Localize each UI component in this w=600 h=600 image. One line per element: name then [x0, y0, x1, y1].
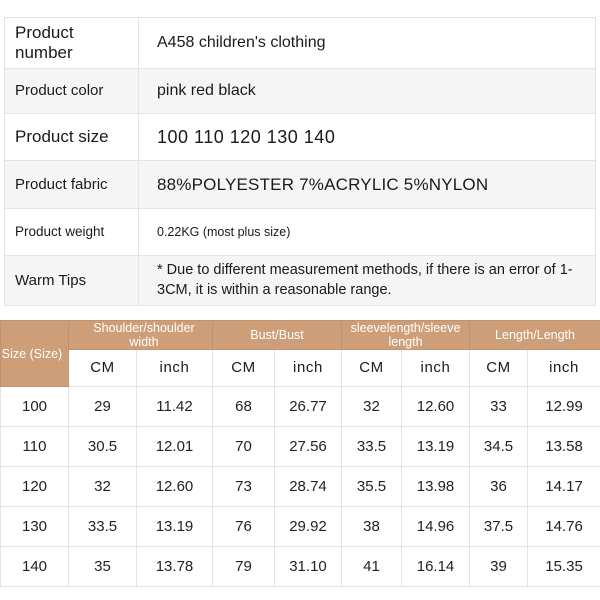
table-row: 130 33.5 13.19 76 29.92 38 14.96 37.5 14…: [1, 507, 600, 547]
size-chart-cell: 12.60: [137, 467, 213, 507]
size-chart-cell: 39: [470, 547, 528, 587]
spec-row-product-weight: Product weight 0.22KG (most plus size): [5, 209, 596, 256]
size-chart-cell: 11.42: [137, 387, 213, 427]
table-row: 120 32 12.60 73 28.74 35.5 13.98 36 14.1…: [1, 467, 600, 507]
size-chart-unit-sleeve-inch: inch: [402, 350, 470, 387]
size-chart-cell: 41: [342, 547, 402, 587]
spec-value-product-fabric: 88%POLYESTER 7%ACRYLIC 5%NYLON: [139, 161, 596, 209]
size-chart-cell: 29.92: [275, 507, 342, 547]
size-chart-cell: 13.98: [402, 467, 470, 507]
size-chart-unit-bust-cm: CM: [213, 350, 275, 387]
size-chart-cell: 13.78: [137, 547, 213, 587]
size-chart-unit-length-cm: CM: [470, 350, 528, 387]
spec-row-product-number: Product number A458 children's clothing: [5, 18, 596, 69]
spec-row-product-color: Product color pink red black: [5, 69, 596, 114]
size-chart-unit-bust-inch: inch: [275, 350, 342, 387]
spec-value-product-color: pink red black: [139, 69, 596, 114]
size-chart-cell: 32: [69, 467, 137, 507]
size-chart-group-header-row: Size (Size) Shoulder/shoulder width Bust…: [1, 321, 600, 350]
size-chart-cell: 26.77: [275, 387, 342, 427]
size-chart-cell: 34.5: [470, 427, 528, 467]
size-chart-size-label: 120: [1, 467, 69, 507]
spec-row-product-size: Product size 100 110 120 130 140: [5, 114, 596, 161]
size-chart-cell: 35.5: [342, 467, 402, 507]
spec-value-product-size: 100 110 120 130 140: [139, 114, 596, 161]
size-chart-cell: 14.76: [528, 507, 600, 547]
size-chart-size-label: 130: [1, 507, 69, 547]
size-chart-unit-shoulder-cm: CM: [69, 350, 137, 387]
spec-value-product-weight: 0.22KG (most plus size): [139, 209, 596, 256]
spec-label-warm-tips: Warm Tips: [5, 256, 139, 306]
size-chart-cell: 79: [213, 547, 275, 587]
spec-label-product-color: Product color: [5, 69, 139, 114]
size-chart-cell: 33.5: [342, 427, 402, 467]
table-row: 110 30.5 12.01 70 27.56 33.5 13.19 34.5 …: [1, 427, 600, 467]
size-chart-cell: 30.5: [69, 427, 137, 467]
table-row: 140 35 13.78 79 31.10 41 16.14 39 15.35: [1, 547, 600, 587]
spec-row-warm-tips: Warm Tips * Due to different measurement…: [5, 256, 596, 306]
size-chart-cell: 12.99: [528, 387, 600, 427]
size-chart-cell: 37.5: [470, 507, 528, 547]
size-chart-cell: 27.56: [275, 427, 342, 467]
size-chart-unit-header-row: CM inch CM inch CM inch CM inch: [1, 350, 600, 387]
size-chart-header-size: Size (Size): [1, 321, 69, 387]
product-specification-table: Product number A458 children's clothing …: [4, 17, 596, 306]
size-chart-header-length: Length/Length: [470, 321, 600, 350]
size-chart-size-label: 100: [1, 387, 69, 427]
size-chart-header-shoulder: Shoulder/shoulder width: [69, 321, 213, 350]
size-chart-unit-shoulder-inch: inch: [137, 350, 213, 387]
size-chart-cell: 14.17: [528, 467, 600, 507]
size-chart-cell: 32: [342, 387, 402, 427]
table-row: 100 29 11.42 68 26.77 32 12.60 33 12.99: [1, 387, 600, 427]
spec-label-product-weight: Product weight: [5, 209, 139, 256]
size-chart-cell: 33: [470, 387, 528, 427]
spec-label-product-fabric: Product fabric: [5, 161, 139, 209]
size-chart-cell: 31.10: [275, 547, 342, 587]
size-chart-cell: 28.74: [275, 467, 342, 507]
spec-label-product-number: Product number: [5, 18, 139, 69]
size-chart-cell: 73: [213, 467, 275, 507]
size-chart-cell: 38: [342, 507, 402, 547]
spec-row-product-fabric: Product fabric 88%POLYESTER 7%ACRYLIC 5%…: [5, 161, 596, 209]
spec-value-warm-tips: * Due to different measurement methods, …: [139, 256, 596, 306]
size-chart-cell: 36: [470, 467, 528, 507]
size-chart-cell: 15.35: [528, 547, 600, 587]
size-chart-size-label: 140: [1, 547, 69, 587]
size-chart-cell: 76: [213, 507, 275, 547]
spec-label-product-size: Product size: [5, 114, 139, 161]
size-chart-cell: 12.01: [137, 427, 213, 467]
size-measurement-chart: Size (Size) Shoulder/shoulder width Bust…: [0, 320, 600, 587]
size-chart-header-sleeve-length: sleevelength/sleeve length: [342, 321, 470, 350]
size-chart-cell: 70: [213, 427, 275, 467]
size-chart-size-label: 110: [1, 427, 69, 467]
size-chart-cell: 13.19: [137, 507, 213, 547]
size-chart-cell: 33.5: [69, 507, 137, 547]
size-chart-cell: 16.14: [402, 547, 470, 587]
size-chart-cell: 29: [69, 387, 137, 427]
size-chart-cell: 13.58: [528, 427, 600, 467]
size-chart-cell: 12.60: [402, 387, 470, 427]
size-chart-unit-sleeve-cm: CM: [342, 350, 402, 387]
size-chart-cell: 68: [213, 387, 275, 427]
size-chart-cell: 14.96: [402, 507, 470, 547]
size-chart-cell: 35: [69, 547, 137, 587]
size-chart-header-bust: Bust/Bust: [213, 321, 342, 350]
size-chart-cell: 13.19: [402, 427, 470, 467]
spec-value-product-number: A458 children's clothing: [139, 18, 596, 69]
size-chart-unit-length-inch: inch: [528, 350, 600, 387]
